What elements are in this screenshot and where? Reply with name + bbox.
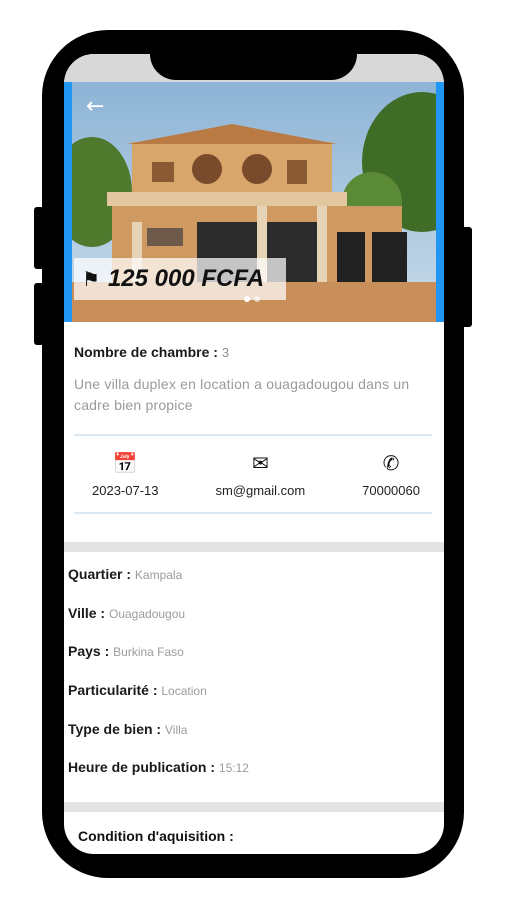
detail-value: Kampala [134,568,183,582]
listing-summary: Nombre de chambre : 3 Une villa duplex e… [74,344,434,416]
phone-icon[interactable]: ✆ [383,451,400,477]
carousel-dot[interactable] [254,296,260,302]
detail-value: Villa [164,722,188,737]
detail-row: Quartier : Kampala [68,564,438,603]
phone-item[interactable]: ✆ 70000060 [362,451,420,498]
tag-icon: ⚑ [82,267,100,291]
detail-label: Type de bien : [68,720,162,737]
detail-label: Heure de publication : [68,759,216,776]
calendar-icon: 📅 [112,450,138,475]
property-details: Quartier : Kampala Ville : Ouagadougou P… [68,564,438,796]
condition-heading: Condition d'aquisition : [78,828,234,844]
property-image-carousel[interactable]: ← ⚑ 125 000 FCFA [64,82,444,322]
section-separator [64,802,444,812]
rooms-row: Nombre de chambre : 3 [74,344,434,360]
volume-down-button [34,283,46,345]
listing-description: Une villa duplex en location a ouagadoug… [74,376,410,413]
detail-value: Ouagadougou [108,606,186,621]
date-item: 📅 2023-07-13 [92,451,159,498]
price-badge: ⚑ 125 000 FCFA [74,258,286,300]
contact-email[interactable]: sm@gmail.com [215,483,305,498]
detail-row: Heure de publication : 15:12 [68,757,438,796]
carousel-indicator[interactable] [244,296,260,302]
volume-up-button [34,207,46,269]
detail-value: Burkina Faso [113,645,184,660]
rooms-value: 3 [221,345,230,360]
detail-label: Particularité : [68,682,158,699]
carousel-dot-active[interactable] [244,296,250,302]
price-text: 125 000 FCFA [107,265,265,292]
app-screen: ← ⚑ 125 000 FCFA Nombre de chambre : 3 U… [64,54,444,854]
detail-row: Ville : Ouagadougou [68,603,438,642]
contact-info-row: 📅 2023-07-13 ✉ sm@gmail.com ✆ 70000060 [74,434,432,514]
detail-label: Quartier : [68,566,132,582]
email-item[interactable]: ✉ sm@gmail.com [215,451,305,498]
power-button [460,227,472,327]
detail-row: Type de bien : Villa [68,719,438,758]
detail-label: Pays : [68,643,110,660]
detail-value: Location [161,684,207,699]
detail-row: Particularité : Location [68,680,438,719]
email-icon[interactable]: ✉ [252,451,269,477]
section-separator [64,542,444,552]
arrow-left-icon[interactable]: ← [86,96,104,118]
detail-row: Pays : Burkina Faso [68,641,438,680]
contact-phone[interactable]: 70000060 [362,483,420,498]
publish-date: 2023-07-13 [92,482,159,498]
rooms-label: Nombre de chambre : [74,344,218,360]
detail-value: 15:12 [218,761,249,776]
detail-label: Ville : [68,604,106,621]
phone-notch [150,30,357,80]
